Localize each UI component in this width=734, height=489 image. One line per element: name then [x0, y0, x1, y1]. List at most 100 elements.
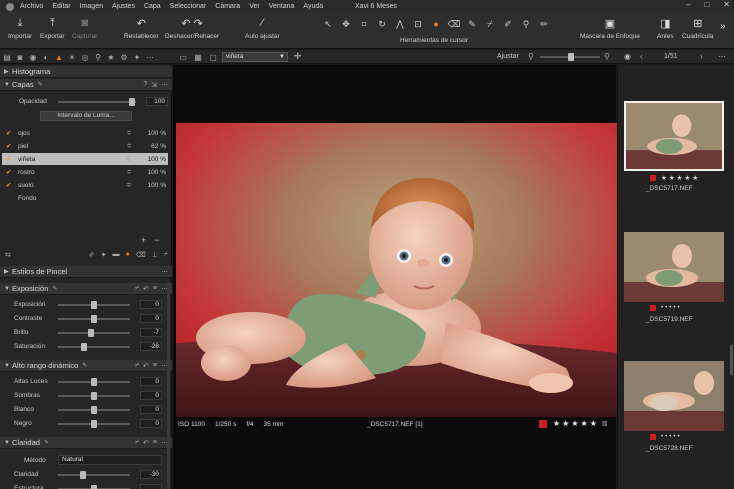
color-label-red[interactable]	[539, 419, 547, 428]
thumbnail-image[interactable]	[624, 232, 724, 302]
magic-brush-icon[interactable]: ✦	[101, 251, 107, 259]
layer-row[interactable]: ✔ suelo ≑ 100 %	[2, 179, 168, 191]
slider-handle[interactable]	[91, 406, 97, 414]
panel-scrollbar[interactable]	[167, 283, 170, 489]
brush-styles-header[interactable]: ▶ Estilos de Pincel ⋯	[0, 266, 172, 278]
more-tab-icon[interactable]: ⋯	[145, 52, 155, 62]
adjust-slider[interactable]	[58, 301, 130, 309]
info-icon[interactable]: ?	[143, 81, 147, 89]
slider-handle[interactable]	[80, 343, 87, 351]
remove-layer-minus-icon[interactable]: −	[154, 235, 159, 245]
layers-tab-icon[interactable]: ▲	[54, 52, 64, 62]
search-tab-icon[interactable]: ⚲	[93, 52, 103, 62]
healing-icon[interactable]: ✎	[466, 18, 478, 30]
adjust-slider[interactable]	[58, 315, 130, 323]
adjust-slider[interactable]	[58, 343, 130, 351]
filmstrip-scrollbar[interactable]	[730, 345, 733, 375]
layer-dropdown[interactable]: viñeta ▼	[222, 52, 288, 62]
layer-checkbox[interactable]: ✔	[6, 129, 14, 137]
select-cursor-icon[interactable]: ↖	[322, 18, 334, 30]
adjust-slider[interactable]	[58, 471, 130, 479]
capture-tab-icon[interactable]: ◙	[15, 52, 25, 62]
slider-value[interactable]: 0	[140, 391, 162, 400]
export-button[interactable]: ⤒ Exportar	[40, 16, 65, 41]
more-icon[interactable]: ⋯	[161, 81, 168, 89]
reset-icon[interactable]: ↶	[143, 285, 149, 293]
slider-value[interactable]: 0	[140, 300, 162, 309]
slider-handle[interactable]	[91, 301, 97, 309]
color-label-red[interactable]	[650, 175, 656, 181]
menu-editar[interactable]: Editar	[52, 3, 70, 10]
thumbnail-rating[interactable]: ★ ★ ★ ★ ★	[650, 174, 698, 182]
fill-mask-icon[interactable]: ●	[126, 251, 130, 259]
undo-redo-button[interactable]: ↶ ↷ Deshacer/Rehacer	[165, 16, 219, 41]
add-layer-plus-icon[interactable]: +	[141, 235, 146, 245]
opacity-value[interactable]: 100	[146, 97, 168, 106]
reset-icon[interactable]: ↶	[143, 362, 149, 370]
details-tab-icon[interactable]: ◎	[80, 52, 90, 62]
more-icon[interactable]: ⋯	[161, 268, 168, 276]
erase-mask-icon[interactable]: ⌫	[136, 251, 146, 259]
hdr-header[interactable]: ▼ Alto rango dinámico ✎ ⌿ ↶ ≡ ⋯	[0, 360, 172, 372]
keystone-icon[interactable]: ⋀	[394, 18, 406, 30]
filmstrip-thumbnail[interactable]: • • • • • _DSC5728.NEF	[624, 361, 724, 471]
thumbnail-rating[interactable]: • • • • •	[650, 305, 680, 311]
layer-settings-icon[interactable]: ≑	[126, 168, 132, 176]
slider-value[interactable]	[140, 484, 162, 489]
layer-row[interactable]: ✔ rostro ≑ 100 %	[2, 166, 168, 178]
picker-icon[interactable]: ⌿	[164, 251, 168, 259]
picker-icon[interactable]: ⌿	[135, 439, 139, 447]
star-icon[interactable]: ★	[562, 419, 569, 428]
histogram-header[interactable]: ▶ Histograma	[0, 66, 172, 78]
layer-settings-icon[interactable]: ≑	[126, 142, 132, 150]
thumbnail-rating[interactable]: • • • • •	[650, 434, 680, 440]
adjust-slider[interactable]	[58, 420, 130, 428]
opacity-slider[interactable]	[58, 98, 136, 106]
rating-dot-icon[interactable]: •	[677, 434, 679, 440]
star-icon[interactable]: ★	[571, 419, 578, 428]
maximize-button[interactable]: □	[704, 0, 709, 9]
minimize-button[interactable]: –	[686, 0, 690, 9]
metadata-tab-icon[interactable]: ★	[106, 52, 116, 62]
star-icon[interactable]: ★	[581, 419, 588, 428]
menu-camara[interactable]: Cámara	[215, 3, 240, 10]
copy-icon[interactable]: ⇲	[151, 81, 157, 89]
library-tab-icon[interactable]: ▤	[2, 52, 12, 62]
opacity-slider-handle[interactable]	[129, 98, 136, 106]
menu-imagen[interactable]: Imagen	[80, 3, 103, 10]
wb-picker-icon[interactable]: ⚲	[520, 18, 532, 30]
layer-checkbox[interactable]: ✔	[6, 168, 14, 176]
presets-icon[interactable]: ≡	[153, 439, 157, 447]
layers-header[interactable]: ▼ Capas ✎ ? ⇲ ⋯	[0, 79, 172, 91]
filmstrip-thumbnail[interactable]: ★ ★ ★ ★ ★ _DSC5717.NEF	[624, 101, 724, 211]
menu-seleccionar[interactable]: Seleccionar	[170, 3, 207, 10]
gradient-icon[interactable]: ▬	[113, 251, 120, 259]
zoom-slider-handle[interactable]	[568, 53, 574, 61]
color-tab-icon[interactable]: ◐	[41, 52, 51, 62]
rating-dot-icon[interactable]: •	[661, 434, 663, 440]
reset-icon[interactable]: ↶	[143, 439, 149, 447]
slider-value[interactable]: 0	[140, 405, 162, 414]
reset-button[interactable]: ↶ Restablecer	[124, 16, 159, 41]
luma-range-button[interactable]: Intervalo de Luma...	[40, 111, 132, 121]
adjust-slider[interactable]	[58, 406, 130, 414]
eraser-icon[interactable]: ⌫	[448, 18, 461, 30]
eye-icon[interactable]: ◉	[624, 52, 631, 61]
rating-dot-icon[interactable]: •	[677, 305, 679, 311]
rating-dot-icon[interactable]: •	[661, 305, 663, 311]
layer-row[interactable]: ✔ viñeta ≑ 100 %	[2, 153, 168, 165]
output-tab-icon[interactable]: ⚙	[119, 52, 129, 62]
presets-icon[interactable]: ≡	[153, 285, 157, 293]
thumbnail-image[interactable]	[624, 361, 724, 431]
color-label-red[interactable]	[650, 434, 656, 440]
star-icon[interactable]: ★	[692, 174, 698, 182]
focus-mask-button[interactable]: ▣ Máscara de Enfoque	[580, 16, 640, 41]
slider-value[interactable]: -30	[140, 470, 162, 479]
rotate-icon[interactable]: ↻	[376, 18, 388, 30]
layer-settings-icon[interactable]: ≑	[126, 155, 132, 163]
brush-icon[interactable]: ✐	[89, 251, 95, 259]
layer-checkbox[interactable]: ✔	[6, 142, 14, 150]
layer-row[interactable]: Fondo	[2, 192, 168, 204]
zoom-slider[interactable]	[540, 53, 600, 61]
menu-ajustes[interactable]: Ajustes	[112, 3, 135, 10]
